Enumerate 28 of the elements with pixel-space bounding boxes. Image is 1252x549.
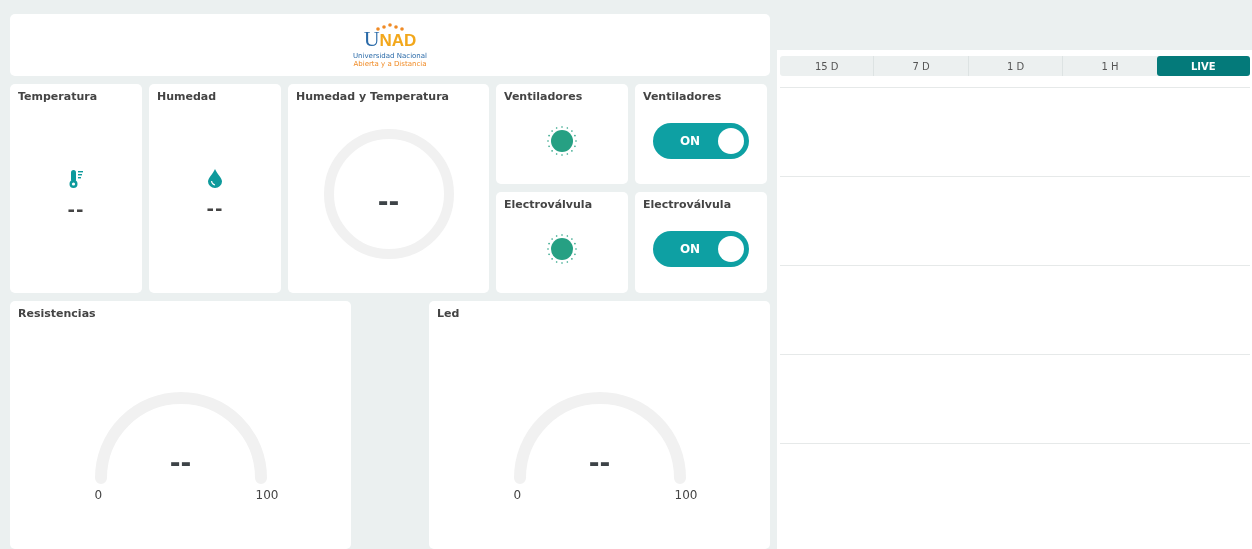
scale-max-label: 100 bbox=[255, 488, 279, 502]
value-text: -- bbox=[67, 198, 85, 220]
widget-title: Humedad y Temperatura bbox=[295, 89, 451, 103]
logo-letters: NAD bbox=[379, 30, 417, 50]
range-tab[interactable]: 1 D bbox=[967, 56, 1063, 76]
value-text: -- bbox=[377, 187, 400, 217]
range-tab[interactable]: 1 H bbox=[1062, 56, 1157, 76]
value-text: -- bbox=[206, 198, 224, 219]
widget-title: Led bbox=[436, 306, 461, 320]
widget-title: Electroválvula bbox=[503, 197, 594, 211]
widget-title: Ventiladores bbox=[503, 89, 584, 103]
widget-title: Humedad bbox=[156, 89, 218, 103]
thermometer-icon bbox=[68, 168, 84, 189]
range-tab[interactable]: 15 D bbox=[780, 56, 874, 76]
value-text: -- bbox=[168, 448, 193, 478]
logo-letter: U bbox=[363, 25, 380, 51]
value-text: -- bbox=[587, 448, 612, 478]
widget-title: Temperatura bbox=[17, 89, 99, 103]
range-tab[interactable]: LIVE bbox=[1156, 56, 1251, 76]
scale-max-label: 100 bbox=[674, 488, 698, 502]
widget-title: Electroválvula bbox=[642, 197, 733, 211]
range-tab[interactable]: 7 D bbox=[873, 56, 968, 76]
widget-title: Ventiladores bbox=[642, 89, 723, 103]
scale-min-label: 0 bbox=[94, 488, 103, 502]
dots-icon bbox=[376, 22, 404, 31]
widget-title: Resistencias bbox=[17, 306, 97, 320]
water-drop-icon bbox=[208, 169, 222, 188]
scale-min-label: 0 bbox=[513, 488, 522, 502]
